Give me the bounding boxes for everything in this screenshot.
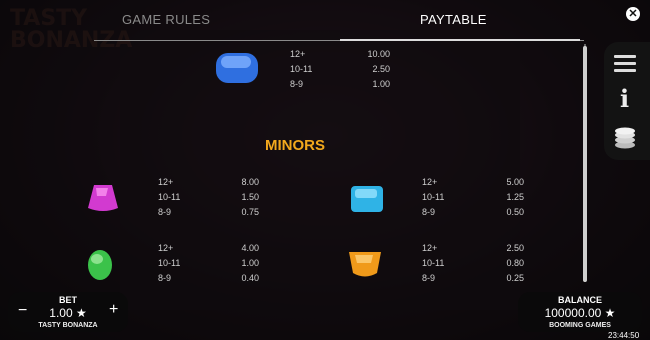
game-name: TASTY BONANZA: [38, 322, 98, 329]
blue-payout-table: 12+ 10.00 10-11 2.50 8-9 1.00: [290, 49, 390, 89]
orange-payout-table: 12+ 2.50 10-11 0.80 8-9 0.25: [422, 243, 524, 283]
coin-stack-icon[interactable]: [612, 126, 638, 150]
balance-label: BALANCE: [558, 295, 602, 305]
close-icon[interactable]: ✕: [626, 7, 640, 21]
balance-value: 100000.00 ★: [544, 306, 616, 320]
hamburger-menu-icon[interactable]: [614, 55, 636, 76]
orange-candy-icon: [349, 252, 381, 277]
cyan-candy-icon: [351, 186, 383, 212]
tab-game-rules[interactable]: GAME RULES: [122, 12, 210, 27]
info-icon[interactable]: i: [620, 84, 629, 113]
pink-candy-icon: [88, 185, 118, 211]
minors-section-title: MINORS: [265, 137, 325, 154]
green-candy-icon: [88, 250, 112, 280]
pink-payout-table: 12+ 8.00 10-11 1.50 8-9 0.75: [158, 177, 259, 217]
green-payout-table: 12+ 4.00 10-11 1.00 8-9 0.40: [158, 243, 259, 283]
balance-panel: BALANCE 100000.00 ★ BOOMING GAMES: [518, 292, 642, 332]
active-tab-indicator: [340, 39, 580, 41]
tab-paytable[interactable]: PAYTABLE: [420, 12, 487, 27]
bet-increase-button[interactable]: +: [109, 301, 118, 319]
bet-panel: − BET 1.00 ★ TASTY BONANZA +: [8, 292, 128, 332]
scrollbar-thumb[interactable]: [583, 46, 587, 282]
cyan-payout-table: 12+ 5.00 10-11 1.25 8-9 0.50: [422, 177, 524, 217]
blue-candy-icon: [216, 53, 258, 83]
provider-brand: BOOMING GAMES: [549, 322, 611, 329]
clock: 23:44:50: [608, 331, 640, 340]
